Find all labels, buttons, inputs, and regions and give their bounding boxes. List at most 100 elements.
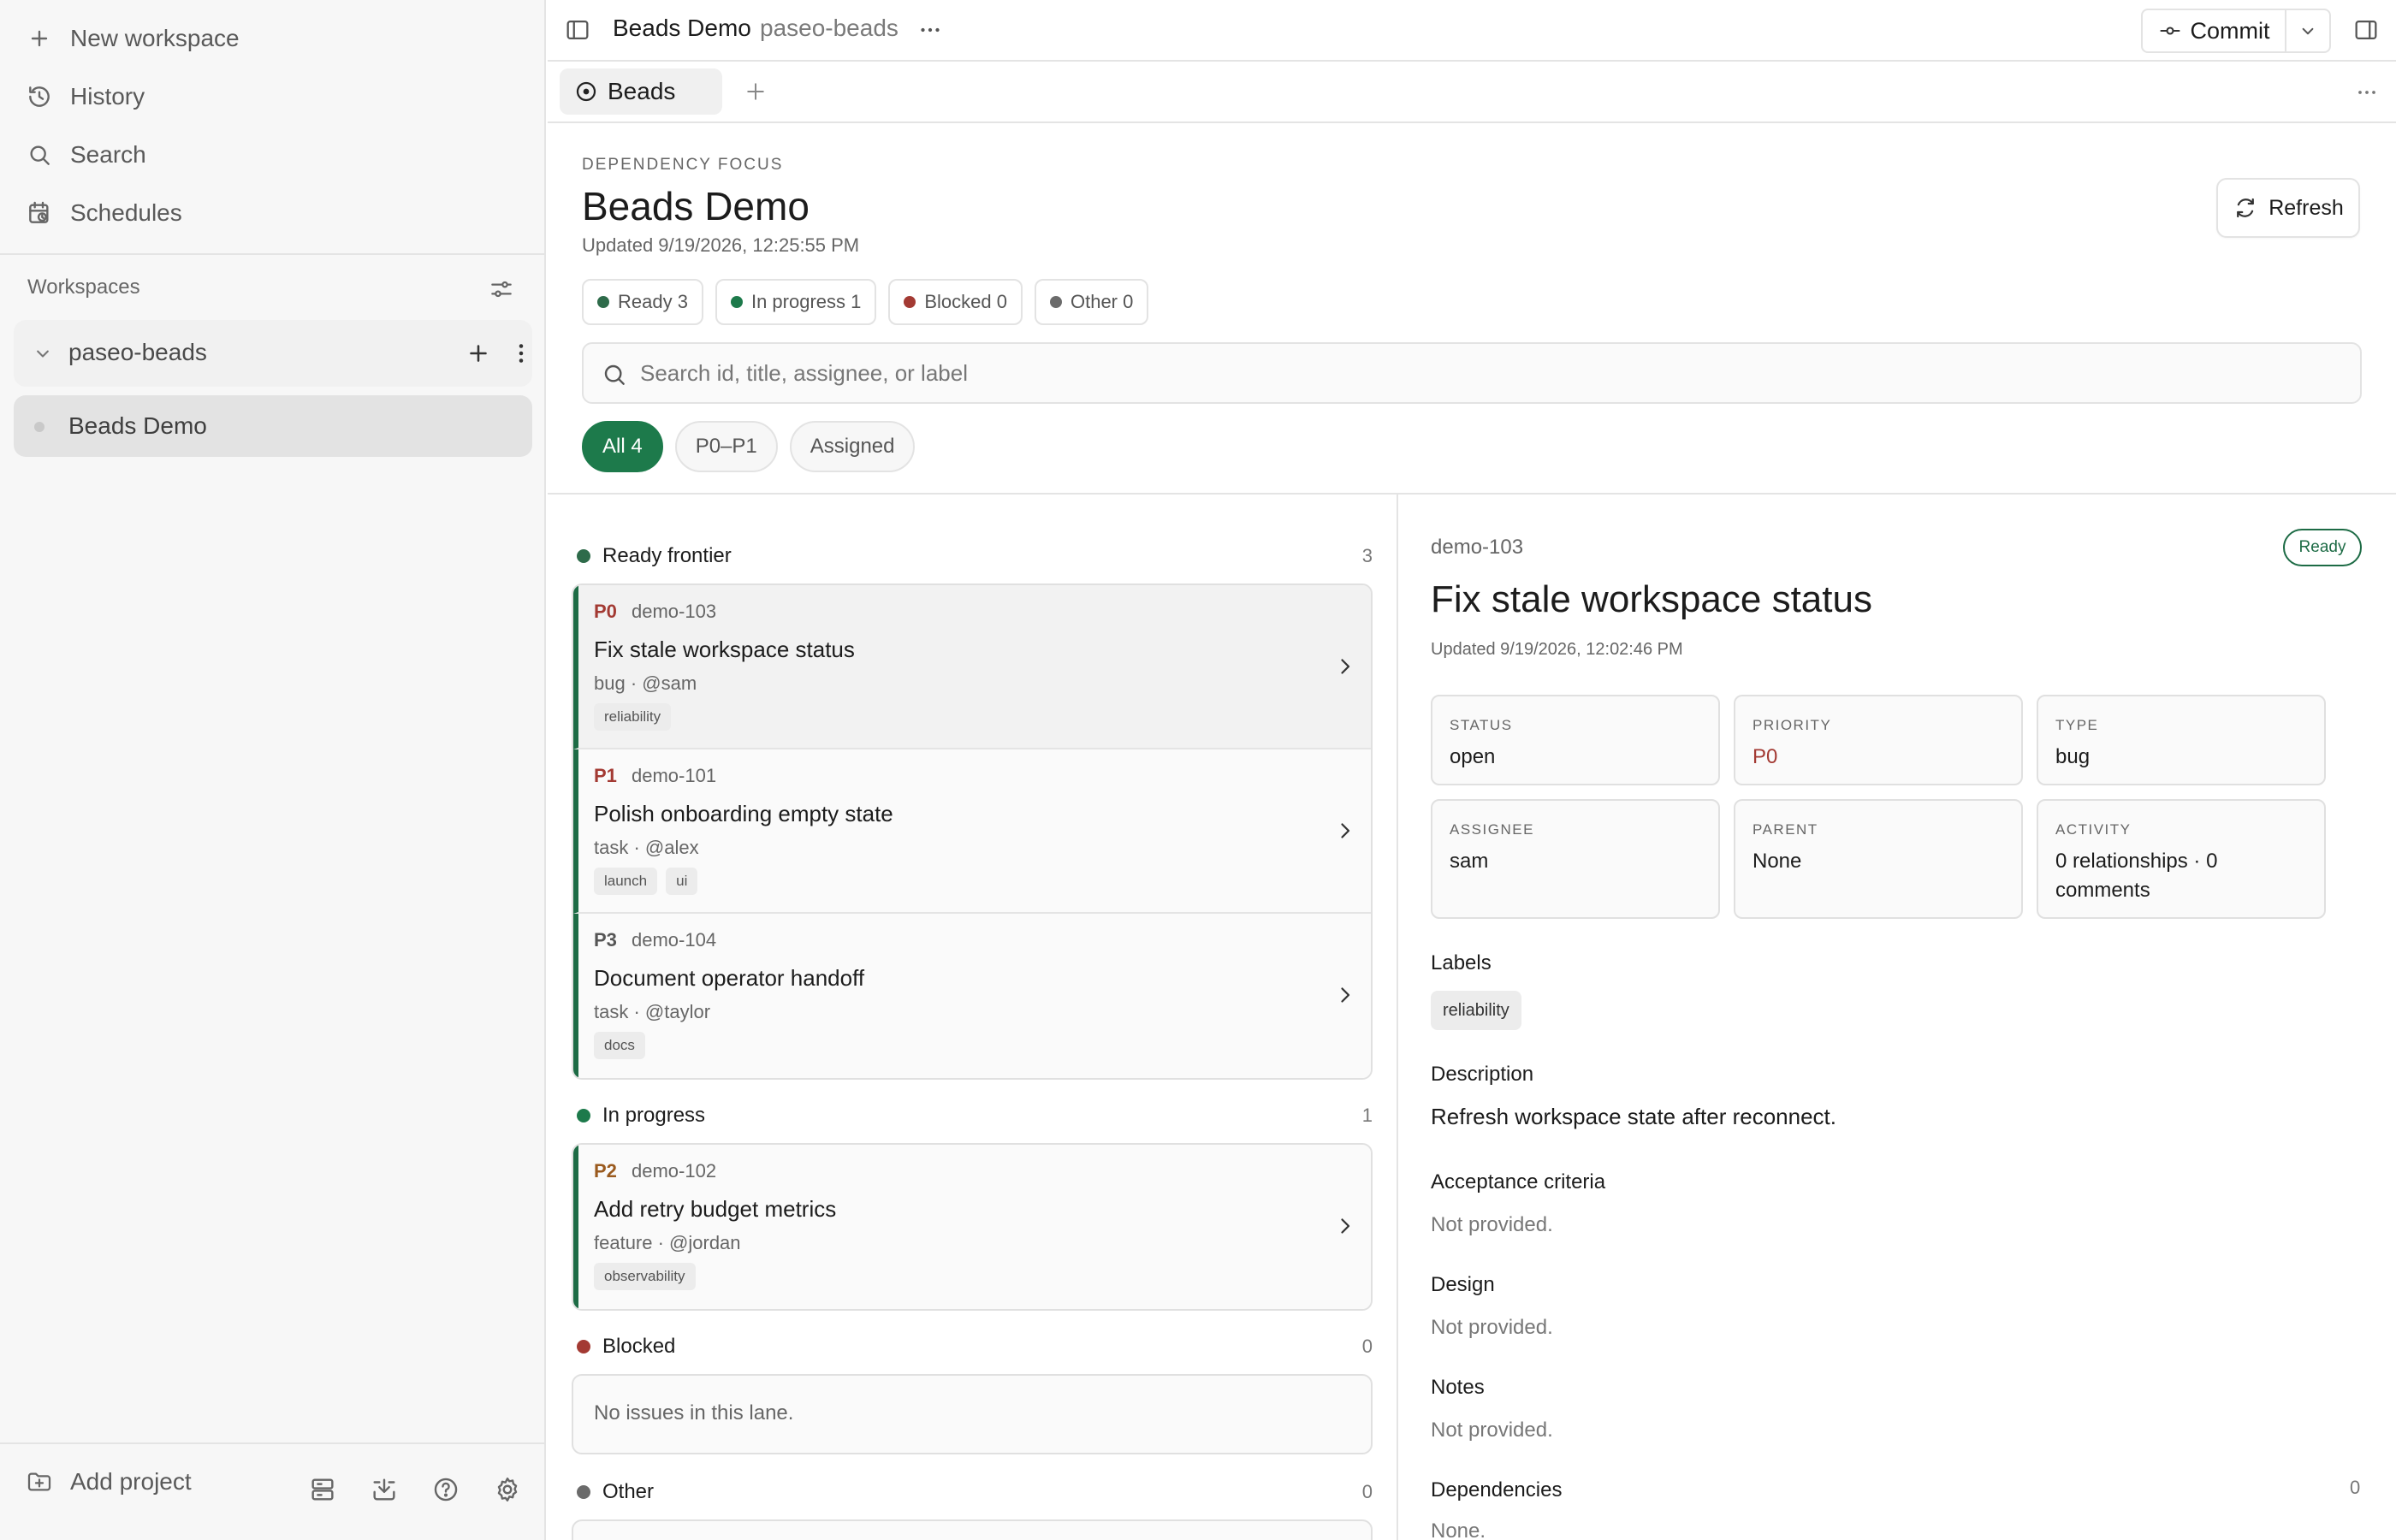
- chip-blocked[interactable]: Blocked 0: [888, 279, 1023, 325]
- issue-card-demo-103[interactable]: P0 demo-103 Fix stale workspace status b…: [573, 585, 1371, 749]
- chip-ready[interactable]: Ready 3: [582, 279, 703, 325]
- server-icon[interactable]: [308, 1475, 337, 1504]
- field-label: PARENT: [1753, 821, 1818, 838]
- history-button[interactable]: History: [26, 73, 145, 121]
- more-horizontal-icon[interactable]: [916, 15, 945, 44]
- chevron-right-icon: [1341, 987, 1350, 1003]
- add-project-label: Add project: [70, 1468, 192, 1495]
- tag: observability: [594, 1263, 696, 1290]
- lane-dot: [577, 1485, 590, 1499]
- issue-card-demo-102[interactable]: P2 demo-102 Add retry budget metrics fea…: [573, 1145, 1371, 1309]
- description-text: Refresh workspace state after reconnect.: [1431, 1104, 1837, 1129]
- add-project-button[interactable]: Add project: [26, 1468, 192, 1496]
- field-type: TYPE bug: [2037, 695, 2326, 785]
- lane-in-progress: P2 demo-102 Add retry budget metrics fea…: [572, 1143, 1373, 1311]
- filter-p0-p1[interactable]: P0–P1: [674, 421, 778, 472]
- refresh-button[interactable]: Refresh: [2216, 178, 2360, 238]
- issue-card-demo-104[interactable]: P3 demo-104 Document operator handoff ta…: [573, 914, 1371, 1078]
- schedules-button[interactable]: Schedules: [26, 189, 182, 237]
- issue-title: Polish onboarding empty state: [594, 801, 893, 826]
- search-icon: [604, 364, 625, 385]
- schedules-label: Schedules: [70, 199, 182, 226]
- chip-label: Ready 3: [618, 291, 688, 312]
- help-icon[interactable]: [431, 1475, 460, 1504]
- field-value: open: [1450, 745, 1496, 768]
- sidebar-divider: [0, 253, 546, 255]
- add-workspace-icon[interactable]: [464, 339, 493, 368]
- field-activity: ACTIVITY 0 relationships · 0 comments: [2037, 799, 2326, 919]
- tag: launch: [594, 868, 658, 895]
- workspace-group-paseo-beads[interactable]: paseo-beads: [14, 320, 532, 387]
- new-tab-icon[interactable]: [743, 79, 768, 104]
- lane-dot: [577, 549, 590, 563]
- more-horizontal-icon[interactable]: [2353, 79, 2381, 106]
- lane-title: Other: [602, 1480, 655, 1503]
- commit-options-button[interactable]: [2286, 10, 2329, 51]
- chevron-down-icon: [2302, 27, 2314, 35]
- detail-title: Fix stale workspace status: [1431, 578, 1872, 620]
- dependencies-heading: Dependencies: [1431, 1478, 1563, 1502]
- sidebar-toggle-icon[interactable]: [563, 15, 592, 44]
- issue-tags: observability: [594, 1263, 696, 1290]
- commit-button-group: Commit: [2141, 9, 2331, 53]
- right-panel-toggle-icon[interactable]: [2352, 15, 2381, 44]
- sidebar-bottom-divider: [0, 1442, 546, 1444]
- lane-dot: [577, 1340, 590, 1353]
- dependencies-text: None.: [1431, 1519, 1486, 1540]
- chevron-down-icon[interactable]: [31, 341, 55, 365]
- issue-id: demo-103: [632, 601, 717, 622]
- priority-label: P1: [594, 765, 617, 786]
- filter-sliders-icon[interactable]: [488, 275, 515, 303]
- field-status: STATUS open: [1431, 695, 1720, 785]
- chip-in-progress[interactable]: In progress 1: [715, 279, 877, 325]
- search-button[interactable]: Search: [26, 131, 146, 179]
- field-value: 0 relationships · 0 comments: [2055, 850, 2218, 902]
- issue-search: [582, 342, 2362, 404]
- chip-label: In progress 1: [750, 291, 862, 312]
- tag: docs: [594, 1032, 645, 1059]
- field-label: TYPE: [2055, 717, 2099, 733]
- filter-all[interactable]: All 4: [582, 421, 663, 472]
- lane-dot: [577, 1109, 590, 1122]
- more-vertical-icon[interactable]: [507, 339, 536, 368]
- column-divider: [1397, 495, 1398, 1540]
- lane-other: [572, 1519, 1373, 1540]
- status-dot: [597, 296, 609, 308]
- commit-label: Commit: [2190, 17, 2270, 44]
- new-workspace-button[interactable]: New workspace: [26, 15, 240, 62]
- field-value: P0: [1753, 745, 1778, 768]
- acceptance-text: Not provided.: [1431, 1213, 1553, 1236]
- gear-icon[interactable]: [493, 1475, 522, 1504]
- chip-other[interactable]: Other 0: [1034, 279, 1149, 325]
- filter-assigned[interactable]: Assigned: [789, 421, 916, 472]
- issue-tags: docs: [594, 1032, 645, 1059]
- refresh-label: Refresh: [2268, 195, 2344, 220]
- page-title: Beads Demo: [582, 184, 810, 228]
- dependencies-count: 0: [2350, 1477, 2361, 1498]
- lane-title: Blocked: [602, 1335, 676, 1358]
- status-chips: Ready 3 In progress 1 Blocked 0 Other 0: [582, 279, 1149, 325]
- issue-card-demo-101[interactable]: P1 demo-101 Polish onboarding empty stat…: [573, 749, 1371, 914]
- tab-beads[interactable]: Beads: [560, 68, 722, 115]
- issue-id: demo-101: [632, 765, 717, 786]
- search-input[interactable]: [640, 354, 2334, 392]
- detail-issue-id: demo-103: [1431, 536, 1524, 559]
- commit-button[interactable]: Commit: [2143, 10, 2286, 51]
- header-divider: [548, 493, 2396, 495]
- workspace-item-label: Beads Demo: [68, 412, 207, 439]
- priority-label: P0: [594, 601, 617, 622]
- issue-tags: reliability: [594, 703, 672, 731]
- status-dot: [904, 296, 916, 308]
- search-label: Search: [70, 141, 146, 168]
- issue-title: Add retry budget metrics: [594, 1196, 837, 1222]
- workspace-item-beads-demo[interactable]: Beads Demo: [14, 395, 532, 457]
- priority-label: P2: [594, 1160, 617, 1182]
- lane-title: In progress: [602, 1104, 706, 1127]
- field-priority: PRIORITY P0: [1734, 695, 2023, 785]
- git-commit-icon: [2159, 27, 2180, 35]
- download-tray-icon[interactable]: [370, 1475, 399, 1504]
- description-heading: Description: [1431, 1063, 1534, 1086]
- updated-timestamp: Updated 9/19/2026, 12:25:55 PM: [582, 234, 860, 256]
- lane-header-other: Other 0: [575, 1475, 1373, 1509]
- issue-meta: bug · @sam: [594, 672, 697, 694]
